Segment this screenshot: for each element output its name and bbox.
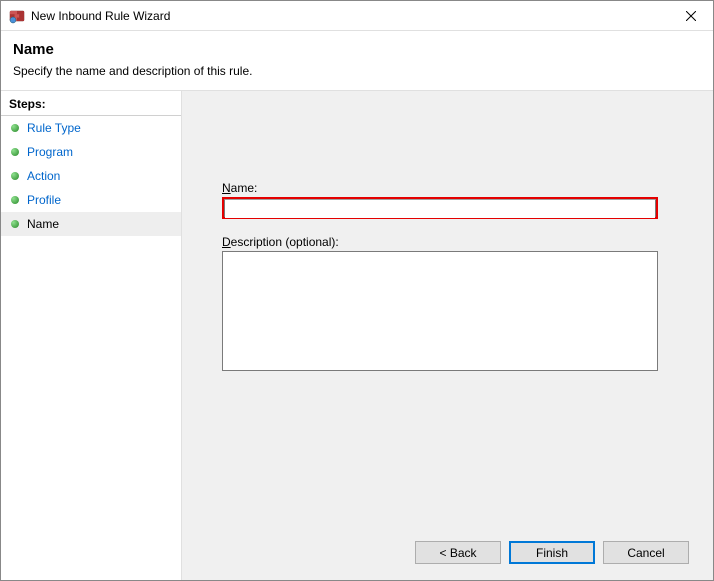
bullet-icon — [11, 196, 19, 204]
page-description: Specify the name and description of this… — [13, 64, 701, 78]
header: Name Specify the name and description of… — [1, 31, 713, 90]
step-label: Action — [27, 169, 60, 183]
bullet-icon — [11, 220, 19, 228]
finish-button[interactable]: Finish — [509, 541, 595, 564]
body: Steps: Rule Type Program Action Profile … — [1, 90, 713, 580]
bullet-icon — [11, 148, 19, 156]
firewall-icon — [9, 8, 25, 24]
description-input[interactable] — [222, 251, 658, 371]
name-input[interactable] — [225, 200, 655, 218]
step-label: Name — [27, 217, 59, 231]
step-program[interactable]: Program — [1, 140, 181, 164]
back-button[interactable]: < Back — [415, 541, 501, 564]
cancel-button[interactable]: Cancel — [603, 541, 689, 564]
steps-label: Steps: — [1, 93, 181, 116]
description-label: Description (optional): — [222, 235, 658, 249]
titlebar: New Inbound Rule Wizard — [1, 1, 713, 31]
step-name[interactable]: Name — [1, 212, 181, 236]
name-label: Name: — [222, 181, 658, 195]
name-input-highlight — [222, 197, 658, 219]
step-profile[interactable]: Profile — [1, 188, 181, 212]
step-label: Profile — [27, 193, 61, 207]
wizard-window: New Inbound Rule Wizard Name Specify the… — [0, 0, 714, 581]
step-action[interactable]: Action — [1, 164, 181, 188]
step-label: Program — [27, 145, 73, 159]
step-label: Rule Type — [27, 121, 81, 135]
button-bar: < Back Finish Cancel — [415, 541, 689, 564]
form-area: Name: Description (optional): — [222, 181, 658, 374]
steps-panel: Steps: Rule Type Program Action Profile … — [1, 91, 182, 580]
step-rule-type[interactable]: Rule Type — [1, 116, 181, 140]
close-button[interactable] — [668, 1, 713, 31]
page-title: Name — [13, 41, 701, 58]
main-panel: Name: Description (optional): < Back Fin… — [182, 91, 713, 580]
bullet-icon — [11, 172, 19, 180]
bullet-icon — [11, 124, 19, 132]
window-title: New Inbound Rule Wizard — [31, 9, 668, 23]
